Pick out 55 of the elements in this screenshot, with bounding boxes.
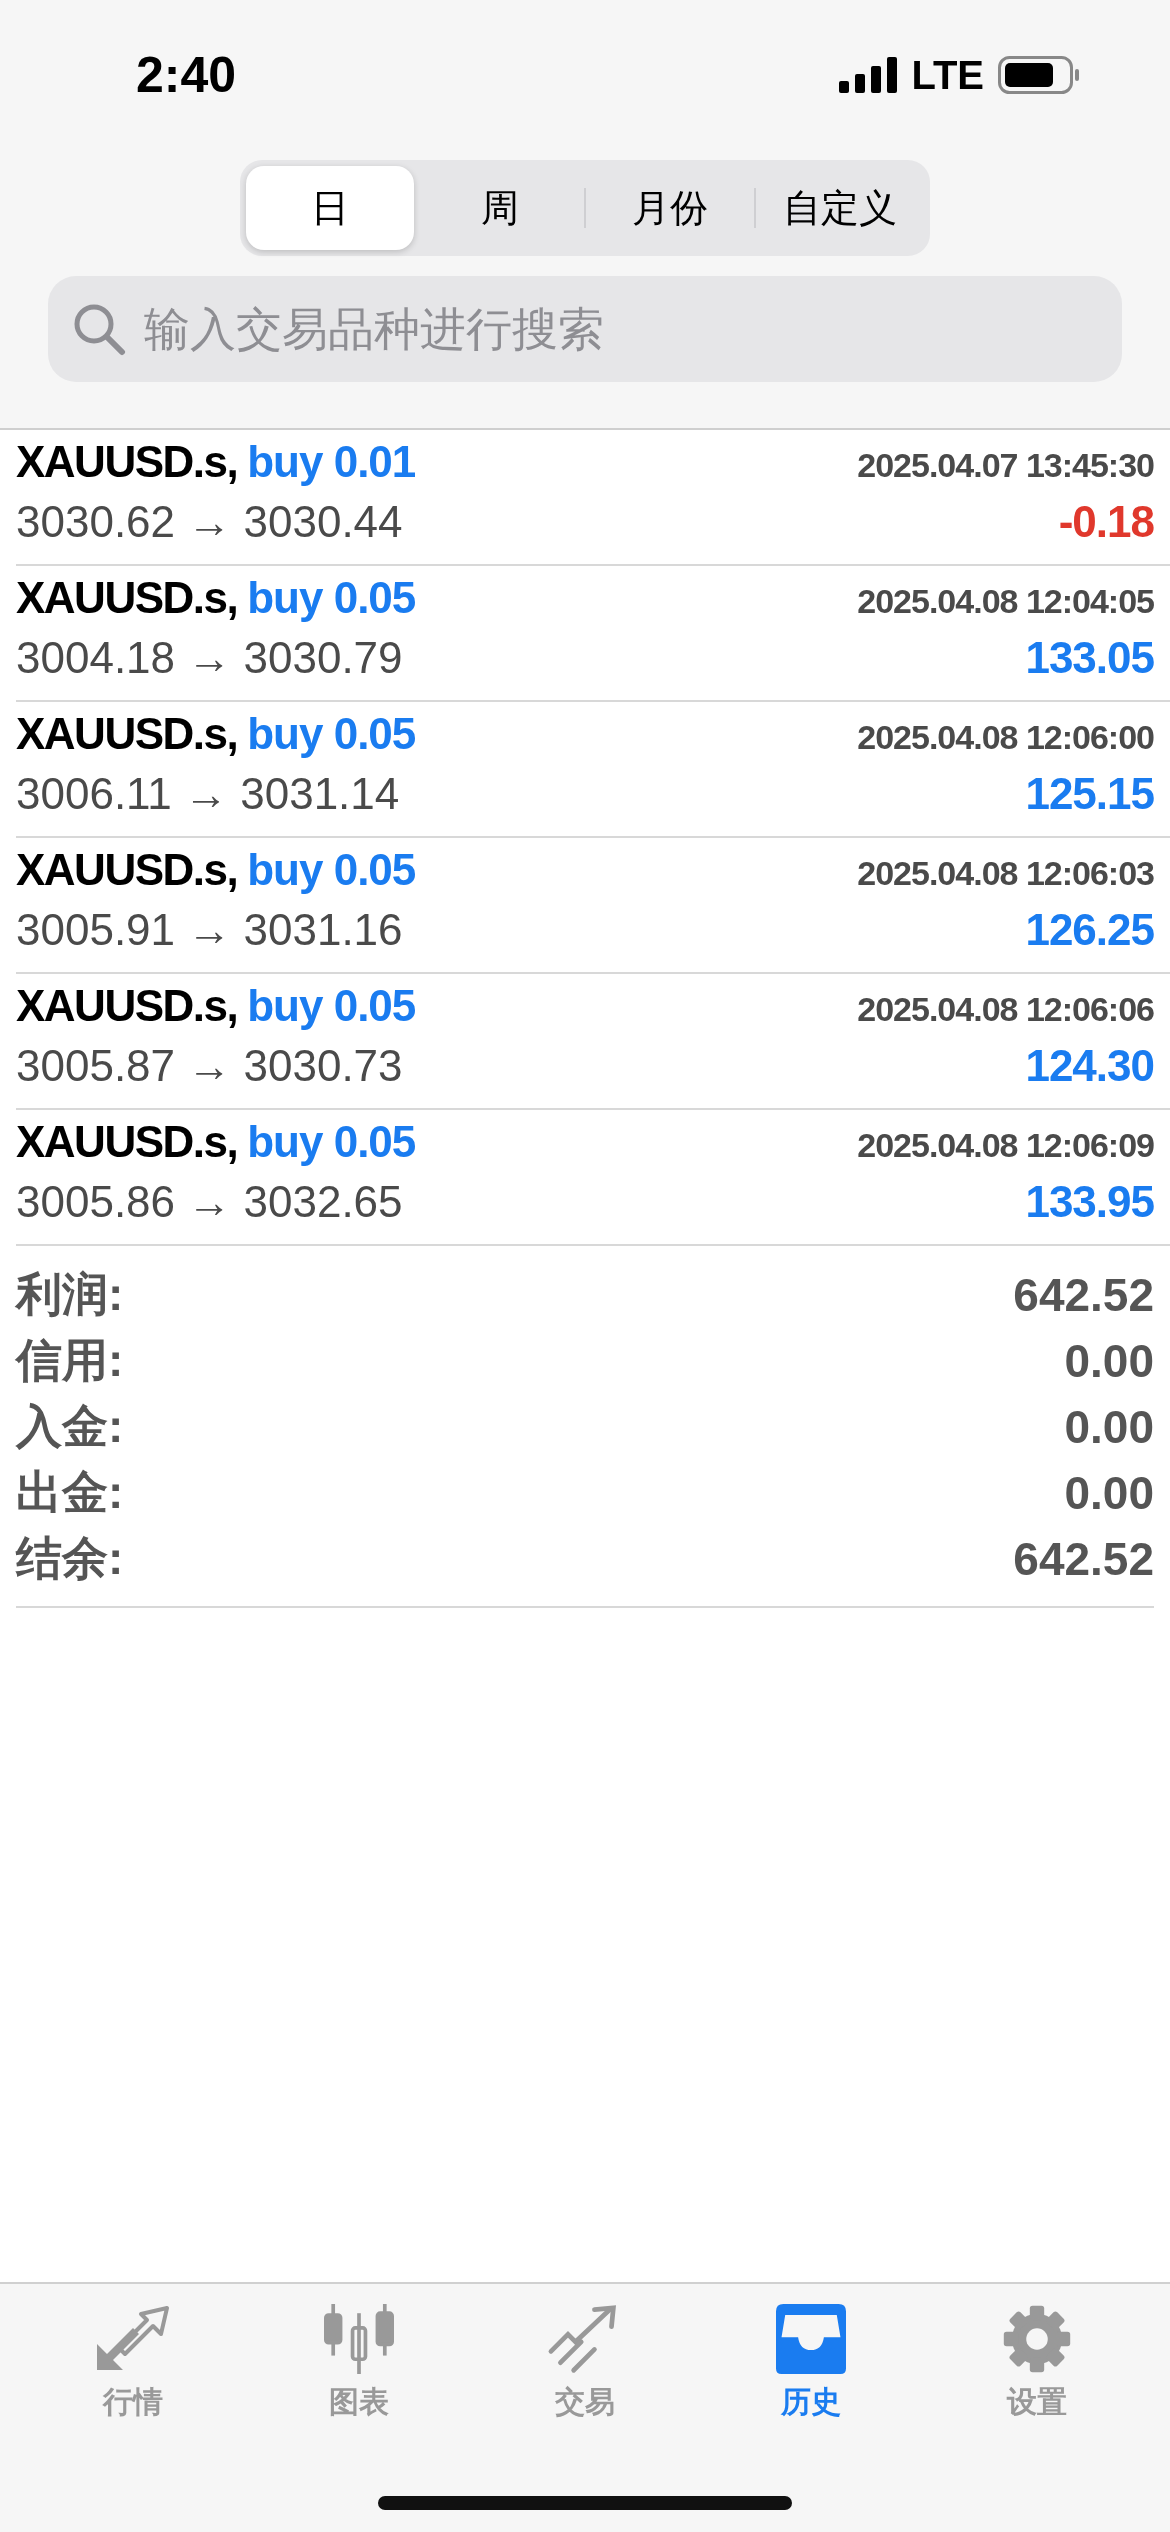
price-range: 3005.91 → 3031.16	[16, 905, 403, 955]
symbol-name: XAUUSD.s,	[16, 845, 238, 894]
symbol-name: XAUUSD.s,	[16, 1117, 238, 1166]
profit-value: 126.25	[1025, 905, 1154, 955]
price-range: 3004.18 → 3030.79	[16, 633, 403, 683]
search-field[interactable]: 输入交易品种进行搜索	[48, 276, 1122, 382]
nav-tab[interactable]: 历史	[698, 2284, 924, 2424]
summary-label: 利润:	[16, 1267, 124, 1322]
trade-time: 2025.04.08 12:06:06	[857, 990, 1154, 1029]
summary-value: 0.00	[1064, 1400, 1154, 1454]
signal-icon	[839, 57, 898, 93]
nav-tab[interactable]: 交易	[472, 2284, 698, 2424]
profit-value: 133.95	[1025, 1177, 1154, 1227]
summary-label: 出金:	[16, 1465, 124, 1520]
summary-value: 0.00	[1064, 1466, 1154, 1520]
order-type: buy 0.05	[247, 573, 416, 622]
summary-label: 信用:	[16, 1333, 124, 1388]
profit-value: 133.05	[1025, 633, 1154, 683]
summary-value: 642.52	[1013, 1268, 1154, 1322]
period-tab[interactable]: 周	[416, 166, 584, 250]
summary-value: 0.00	[1064, 1334, 1154, 1388]
profit-value: 125.15	[1025, 769, 1154, 819]
search-icon	[72, 302, 126, 356]
price-range: 3030.62 → 3030.44	[16, 497, 403, 547]
trade-time: 2025.04.08 12:06:00	[857, 718, 1154, 757]
network-label: LTE	[911, 52, 984, 98]
symbol-name: XAUUSD.s,	[16, 573, 238, 622]
nav-tab[interactable]: 图表	[246, 2284, 472, 2424]
order-type: buy 0.05	[247, 845, 416, 894]
price-range: 3006.11 → 3031.14	[16, 769, 400, 819]
order-type: buy 0.05	[247, 1117, 416, 1166]
summary-label: 结余:	[16, 1531, 124, 1586]
order-type: buy 0.05	[247, 981, 416, 1030]
profit-value: -0.18	[1058, 497, 1154, 547]
summary-value: 642.52	[1013, 1532, 1154, 1586]
summary-label: 入金:	[16, 1399, 124, 1454]
profit-value: 124.30	[1025, 1041, 1154, 1091]
trade-time: 2025.04.08 12:06:03	[857, 854, 1154, 893]
nav-tab[interactable]: 设置	[924, 2284, 1150, 2424]
order-type: buy 0.05	[247, 709, 416, 758]
price-range: 3005.87 → 3030.73	[16, 1041, 403, 1091]
symbol-name: XAUUSD.s,	[16, 709, 238, 758]
period-tab[interactable]: 日	[246, 166, 414, 250]
trade-time: 2025.04.08 12:04:05	[857, 582, 1154, 621]
symbol-name: XAUUSD.s,	[16, 437, 238, 486]
symbol-name: XAUUSD.s,	[16, 981, 238, 1030]
nav-tab[interactable]: 行情	[20, 2284, 246, 2424]
period-tab[interactable]: 月份	[586, 166, 754, 250]
trade-time: 2025.04.07 13:45:30	[857, 446, 1154, 485]
clock-time: 2:40	[136, 46, 238, 104]
trade-time: 2025.04.08 12:06:09	[857, 1126, 1154, 1165]
order-type: buy 0.01	[247, 437, 416, 486]
battery-icon	[998, 56, 1080, 94]
period-tab[interactable]: 自定义	[756, 166, 924, 250]
price-range: 3005.86 → 3032.65	[16, 1177, 403, 1227]
